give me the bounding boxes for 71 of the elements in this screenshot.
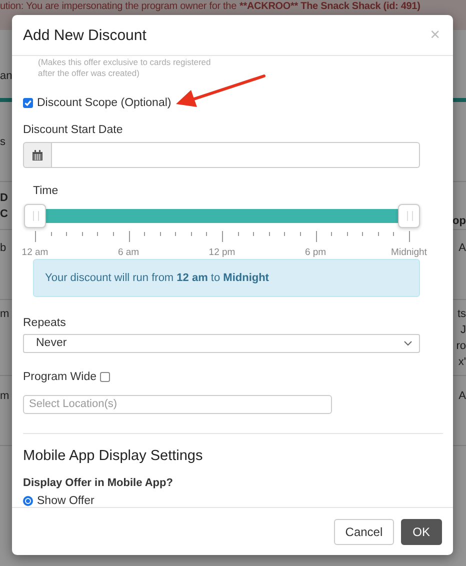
background-text: ts [457,307,466,322]
minor-tick [160,232,161,236]
minor-tick [175,232,176,236]
background-text: m [0,389,10,404]
minor-tick [300,232,301,236]
background-text: A [458,389,466,404]
slider-handle[interactable] [24,204,46,228]
minor-tick [362,232,364,236]
minor-tick [66,232,68,236]
field-label: Time [33,185,60,197]
background-text: J [460,323,466,338]
radio-label: Show Offer [37,494,94,507]
checkbox-label: Program Wide [23,370,96,383]
date-field[interactable] [52,142,420,168]
minor-tick [112,232,114,236]
radio-button[interactable] [23,496,33,506]
background-text: m [0,307,10,322]
background-text: ro [456,339,466,354]
field-label: Repeats [23,316,67,329]
info-message: Your discount will run from 12 am to Midnight [33,258,420,297]
slider-handle[interactable] [398,204,420,228]
background-text: D [0,191,8,206]
location-field[interactable]: Select Location(s) [23,394,332,414]
minor-tick [378,232,379,236]
minor-tick [238,232,239,236]
background-text: C [0,207,8,222]
field-label: Discount Start Date [23,124,124,136]
tick-label: 6 pm [304,247,326,258]
major-tick [409,231,410,242]
checkbox[interactable] [23,98,33,108]
minor-tick [206,232,208,236]
minor-tick [97,232,98,236]
background-text: s [0,135,6,150]
checkbox[interactable] [100,372,110,382]
tick-label: 6 am [118,247,140,258]
background-text: A [458,241,466,256]
calendar-button[interactable] [23,142,52,168]
banner-emphasis: **ACKROO** The Snack Shack (id: 491) [240,0,420,13]
dialog-title: Add New Discount [23,26,146,44]
minor-tick [144,232,146,236]
minor-tick [331,232,332,236]
minor-tick [393,232,394,236]
dropdown-value: Never [36,337,67,350]
repeats-dropdown[interactable]: Never [23,334,420,353]
minor-tick [268,232,270,236]
help-text: after the offer was created) [38,68,140,79]
major-tick [35,231,36,242]
tick-label: Midnight [391,247,427,258]
cancel-button[interactable]: Cancel [334,518,394,544]
background-text: x' [458,355,466,370]
background-text: b [0,241,6,256]
section-heading: Mobile App Display Settings [23,448,204,464]
help-text: (Makes this offer exclusive to cards registered [38,57,212,68]
ok-button[interactable]: OK [400,518,442,544]
tick-label: 12 pm [208,247,236,258]
background-text: op [452,214,466,229]
major-tick [128,231,130,242]
minor-tick [253,232,254,236]
major-tick [222,231,223,242]
minor-tick [82,232,83,236]
minor-tick [346,232,348,236]
checkbox-label: Discount Scope (Optional) [37,97,172,109]
tick-label: 12 am [22,247,48,258]
minor-tick [284,232,286,236]
minor-tick [190,232,192,236]
calendar-icon [32,150,43,160]
chevron-down-icon [404,340,412,346]
minor-tick [50,232,52,236]
banner-text: ution: You are impersonating the program owner for the [0,0,236,13]
field-label: Display Offer in Mobile App? [23,476,174,489]
background-text: an [0,69,12,84]
